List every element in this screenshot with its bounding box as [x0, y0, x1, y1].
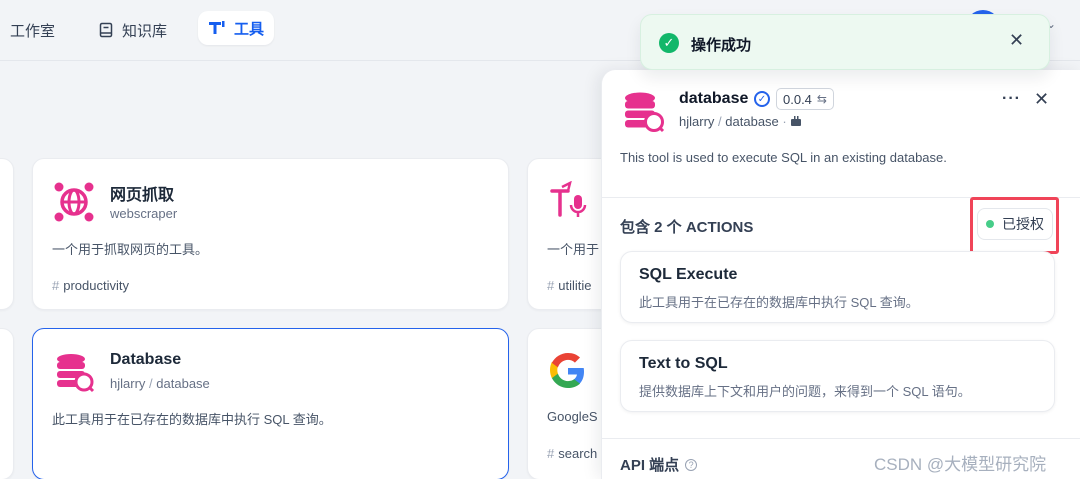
text-to-speech-icon — [550, 181, 587, 217]
panel-owner-path: hjlarry / database · — [679, 114, 802, 129]
path-separator: / — [718, 114, 722, 129]
nav-studio-label: 工作室 — [10, 22, 56, 40]
card-tag-label: search — [558, 446, 598, 461]
nav-knowledge[interactable]: 知识库 — [88, 13, 177, 47]
card-description: 一个用于抓取网页的工具。 — [52, 242, 209, 257]
card-description: GoogleS — [547, 409, 598, 424]
card-description: 此工具用于在已存在的数据库中执行 SQL 查询。 — [52, 412, 332, 427]
divider — [602, 438, 1080, 439]
nav-tools-label: 工具 — [234, 20, 265, 38]
version-label: 0.0.4 — [783, 91, 812, 107]
action-title: Text to SQL — [639, 355, 728, 372]
card-owner: hjlarry — [110, 376, 146, 391]
card-tag: # productivity — [52, 278, 129, 293]
card-description: 一个用于 — [547, 242, 600, 257]
api-endpoint-heading: API 端点 ? — [620, 454, 698, 475]
card-subtitle: hjlarry / database — [110, 376, 210, 391]
annotation-highlight — [970, 197, 1059, 254]
api-heading-label: API 端点 — [620, 457, 680, 474]
action-title: SQL Execute — [639, 266, 738, 283]
card-tag: # utilitie — [547, 278, 592, 293]
card-tag-label: utilitie — [558, 278, 592, 293]
card-slug: database — [156, 376, 210, 391]
panel-title: database — [679, 90, 749, 107]
card-title: 网页抓取 — [110, 187, 175, 204]
more-icon[interactable]: ··· — [1002, 90, 1021, 108]
tool-card-database[interactable]: Database hjlarry / database 此工具用于在已存在的数据… — [32, 328, 509, 479]
database-icon — [625, 92, 665, 133]
dot-separator: · — [782, 114, 787, 129]
panel-slug: database — [725, 114, 779, 129]
panel-description: This tool is used to execute SQL in an e… — [620, 150, 947, 165]
close-icon[interactable]: ✕ — [1009, 30, 1024, 51]
actions-heading: 包含 2 个 ACTIONS — [620, 219, 754, 236]
watermark: CSDN @大模型研究院 — [874, 455, 1047, 474]
nav-knowledge-label: 知识库 — [122, 22, 168, 40]
success-toast: ✓ 操作成功 ✕ — [640, 14, 1050, 70]
nav-studio[interactable]: 工作室 — [0, 13, 65, 47]
nav-tools[interactable]: 工具 — [198, 11, 275, 45]
tool-detail-panel: database ✓ 0.0.4 ⇆ hjlarry / database · … — [601, 70, 1080, 479]
panel-owner: hjlarry — [679, 114, 715, 129]
action-card-sql-execute[interactable]: SQL Execute 此工具用于在已存在的数据库中执行 SQL 查询。 — [620, 251, 1055, 323]
card-tag-label: productivity — [63, 278, 129, 293]
card-title: Database — [110, 351, 182, 368]
card-subtitle: webscraper — [110, 206, 178, 221]
verified-icon: ✓ — [754, 91, 770, 107]
help-icon[interactable]: ? — [685, 458, 698, 471]
action-card-text-to-sql[interactable]: Text to SQL 提供数据库上下文和用户的问题，来得到一个 SQL 语句。 — [620, 340, 1055, 412]
toast-message: 操作成功 — [691, 37, 752, 54]
google-icon — [550, 353, 584, 388]
close-icon[interactable]: ✕ — [1034, 89, 1049, 110]
book-icon — [99, 22, 113, 38]
action-description: 提供数据库上下文和用户的问题，来得到一个 SQL 语句。 — [639, 384, 971, 399]
version-selector[interactable]: 0.0.4 ⇆ — [776, 88, 834, 110]
swap-icon: ⇆ — [816, 92, 827, 106]
tools-icon — [209, 21, 225, 34]
web-scraper-icon — [54, 182, 94, 222]
action-description: 此工具用于在已存在的数据库中执行 SQL 查询。 — [639, 295, 919, 310]
check-icon: ✓ — [659, 33, 679, 53]
path-separator: / — [149, 376, 153, 391]
tool-card-partial-left[interactable] — [0, 328, 14, 479]
database-icon — [57, 354, 95, 393]
plugin-icon — [791, 116, 802, 126]
card-tag: # search — [547, 446, 598, 461]
tool-card-partial-left[interactable] — [0, 158, 14, 310]
tool-card-webscraper[interactable]: 网页抓取 webscraper 一个用于抓取网页的工具。 # productivi… — [32, 158, 509, 310]
